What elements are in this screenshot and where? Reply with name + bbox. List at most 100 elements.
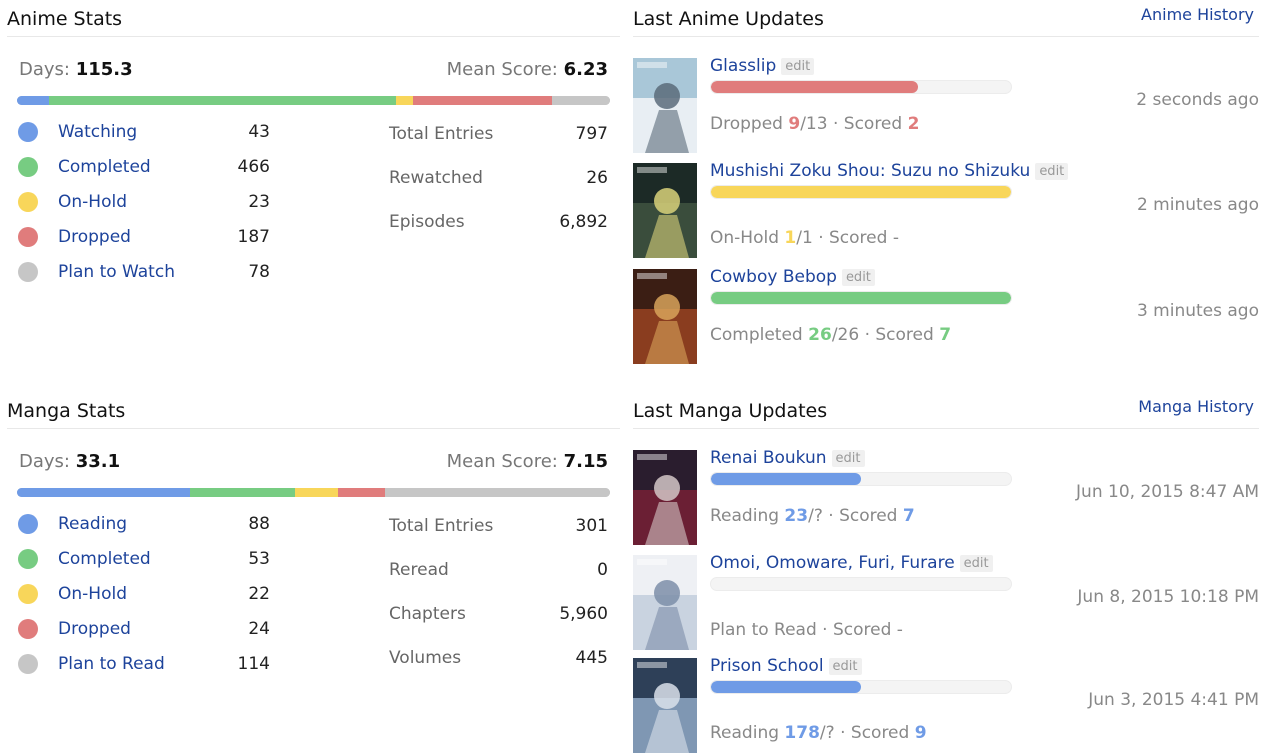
update-title[interactable]: Renai Boukun edit: [710, 448, 865, 468]
progress-fill: [711, 681, 861, 693]
manga-history-link[interactable]: Manga History: [1138, 397, 1254, 416]
status-row: Watching 43: [18, 120, 273, 144]
edit-button[interactable]: edit: [781, 58, 815, 75]
edit-button[interactable]: edit: [959, 555, 993, 572]
totals-row: Chapters 5,960: [389, 604, 608, 628]
update-time: Jun 8, 2015 10:18 PM: [1077, 587, 1259, 607]
status-count: 23: [248, 192, 270, 212]
update-time: Jun 10, 2015 8:47 AM: [1076, 482, 1259, 502]
totals-value: 445: [575, 648, 608, 668]
totals-value: 301: [575, 516, 608, 536]
update-title-link[interactable]: Omoi, Omoware, Furi, Furare: [710, 553, 955, 573]
update-score: 7: [939, 325, 952, 345]
update-progress: 26: [808, 325, 832, 345]
manga-updates-rule: [633, 428, 1259, 429]
status-label[interactable]: Dropped: [58, 619, 131, 639]
update-meta: Plan to Read · Scored -: [710, 620, 903, 640]
status-count: 88: [248, 514, 270, 534]
status-label[interactable]: On-Hold: [58, 584, 127, 604]
status-label[interactable]: On-Hold: [58, 192, 127, 212]
cover-image[interactable]: [633, 163, 697, 258]
update-progress: 23: [784, 506, 809, 526]
update-progress: 1: [784, 228, 797, 248]
update-score: -: [896, 620, 903, 640]
totals-row: Total Entries 301: [389, 516, 608, 540]
status-bar-segment: [294, 488, 339, 497]
edit-button[interactable]: edit: [831, 450, 865, 467]
manga-status-bar: [17, 488, 610, 497]
status-bar-segment: [395, 96, 413, 105]
status-bar-segment: [412, 96, 552, 105]
totals-row: Total Entries 797: [389, 124, 608, 148]
update-score-label: · Scored: [828, 506, 898, 526]
update-item: Mushishi Zoku Shou: Suzu no Shizuku edit O…: [633, 161, 1259, 267]
totals-label: Chapters: [389, 604, 466, 624]
status-dot-icon: [18, 262, 38, 282]
update-score-label: · Scored: [840, 723, 910, 743]
totals-label: Rewatched: [389, 168, 483, 188]
totals-label: Total Entries: [389, 516, 494, 536]
progress-bar: [710, 472, 1012, 486]
status-label[interactable]: Completed: [58, 549, 151, 569]
edit-button[interactable]: edit: [841, 269, 875, 286]
cover-image[interactable]: [633, 58, 697, 153]
cover-image[interactable]: [633, 555, 697, 650]
status-dot-icon: [18, 514, 38, 534]
cover-image[interactable]: [633, 658, 697, 753]
anime-history-link[interactable]: Anime History: [1141, 5, 1254, 24]
totals-label: Episodes: [389, 212, 465, 232]
status-count: 187: [237, 227, 270, 247]
edit-button[interactable]: edit: [828, 658, 862, 675]
update-total: /?: [808, 506, 823, 526]
status-count: 114: [237, 654, 270, 674]
status-dot-icon: [18, 157, 38, 177]
cover-image[interactable]: [633, 450, 697, 545]
status-bar-segment: [17, 96, 49, 105]
update-score-label: · Scored: [818, 228, 888, 248]
status-row: Plan to Watch 78: [18, 260, 273, 284]
totals-label: Volumes: [389, 648, 462, 668]
status-count: 78: [248, 262, 270, 282]
status-count: 22: [248, 584, 270, 604]
update-title[interactable]: Cowboy Bebop edit: [710, 267, 875, 287]
status-label[interactable]: Completed: [58, 157, 151, 177]
manga-mean-score: Mean Score: 7.15: [446, 451, 608, 472]
update-meta: Dropped 9/13 · Scored 2: [710, 114, 919, 134]
update-title-link[interactable]: Renai Boukun: [710, 448, 827, 468]
update-title[interactable]: Prison School edit: [710, 656, 862, 676]
update-total: /?: [819, 723, 835, 743]
status-label[interactable]: Watching: [58, 122, 137, 142]
status-label[interactable]: Reading: [58, 514, 127, 534]
update-status: Reading: [710, 506, 780, 526]
status-label[interactable]: Plan to Read: [58, 654, 165, 674]
status-label[interactable]: Plan to Watch: [58, 262, 175, 282]
update-title-link[interactable]: Glasslip: [710, 56, 776, 76]
status-bar-segment: [385, 488, 610, 497]
update-status: Dropped: [710, 114, 783, 134]
update-title-link[interactable]: Prison School: [710, 656, 824, 676]
update-item: Omoi, Omoware, Furi, Furare edit Plan to R…: [633, 553, 1259, 656]
progress-bar: [710, 291, 1012, 305]
cover-image[interactable]: [633, 269, 697, 364]
status-bar-segment: [190, 488, 295, 497]
update-time: 2 minutes ago: [1136, 195, 1259, 215]
status-label[interactable]: Dropped: [58, 227, 131, 247]
totals-row: Reread 0: [389, 560, 608, 584]
progress-fill: [711, 473, 861, 485]
update-title-link[interactable]: Mushishi Zoku Shou: Suzu no Shizuku: [710, 161, 1030, 181]
totals-row: Rewatched 26: [389, 168, 608, 192]
anime-updates-title: Last Anime Updates: [633, 8, 824, 30]
update-progress: 9: [788, 114, 801, 134]
update-meta: On-Hold 1/1 · Scored -: [710, 228, 899, 248]
update-title-link[interactable]: Cowboy Bebop: [710, 267, 837, 287]
totals-label: Reread: [389, 560, 449, 580]
status-dot-icon: [18, 654, 38, 674]
status-row: Reading 88: [18, 512, 273, 536]
update-title[interactable]: Glasslip edit: [710, 56, 815, 76]
update-title[interactable]: Omoi, Omoware, Furi, Furare edit: [710, 553, 993, 573]
update-status: On-Hold: [710, 228, 779, 248]
edit-button[interactable]: edit: [1035, 163, 1069, 180]
update-title[interactable]: Mushishi Zoku Shou: Suzu no Shizuku edit: [710, 161, 1069, 181]
status-row: Dropped 24: [18, 617, 273, 641]
update-score: 2: [907, 114, 920, 134]
